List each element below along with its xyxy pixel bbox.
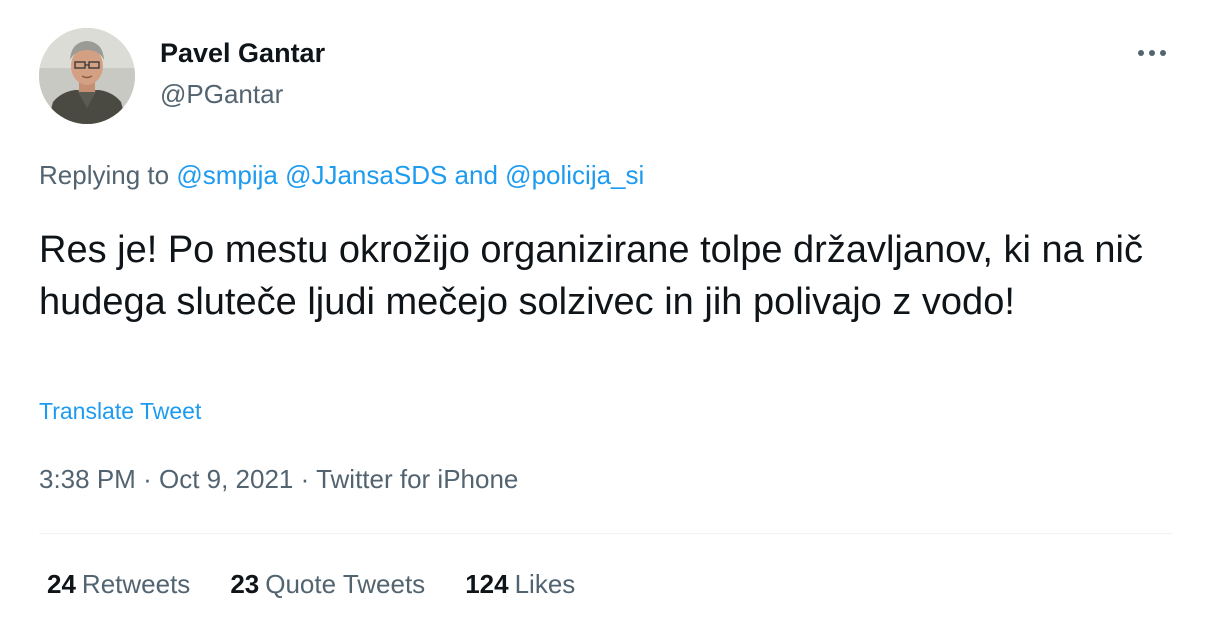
tweet-date[interactable]: Oct 9, 2021 (159, 464, 293, 494)
replying-conjunction[interactable]: and (455, 160, 498, 190)
mention-link[interactable]: @policija_si (505, 160, 644, 190)
author-name[interactable]: Pavel Gantar (160, 38, 325, 69)
replying-to: Replying to @smpija @JJansaSDS and @poli… (39, 160, 644, 191)
meta-separator: · (143, 464, 152, 494)
mention-link[interactable]: @smpija (176, 160, 278, 190)
likes-stat[interactable]: 124 Likes (465, 569, 575, 600)
tweet-card: Pavel Gantar @PGantar Replying to @smpij… (0, 0, 1212, 630)
quote-tweets-label: Quote Tweets (265, 569, 426, 599)
likes-count: 124 (465, 569, 509, 599)
tweet-meta: 3:38 PM · Oct 9, 2021 · Twitter for iPho… (39, 464, 518, 495)
retweets-label: Retweets (81, 569, 191, 599)
tweet-time[interactable]: 3:38 PM (39, 464, 136, 494)
quote-tweets-stat[interactable]: 23 Quote Tweets (230, 569, 425, 600)
more-options-button[interactable] (1132, 38, 1172, 68)
avatar[interactable] (39, 28, 135, 124)
divider (39, 533, 1172, 534)
replying-prefix: Replying to (39, 160, 170, 190)
tweet-stats: 24 Retweets 23 Quote Tweets 124 Likes (47, 569, 575, 600)
author-handle[interactable]: @PGantar (160, 79, 283, 110)
more-horizontal-icon (1138, 50, 1166, 56)
mention-link[interactable]: @JJansaSDS (285, 160, 447, 190)
retweets-count: 24 (47, 569, 76, 599)
tweet-source[interactable]: Twitter for iPhone (316, 464, 518, 494)
likes-label: Likes (514, 569, 576, 599)
quote-tweets-count: 23 (230, 569, 260, 599)
avatar-photo (39, 28, 135, 124)
translate-tweet-link[interactable]: Translate Tweet (39, 398, 201, 425)
tweet-text: Res je! Po mestu okrožijo organizirane t… (39, 229, 1143, 323)
retweets-stat[interactable]: 24 Retweets (47, 569, 190, 600)
meta-separator: · (300, 464, 310, 494)
